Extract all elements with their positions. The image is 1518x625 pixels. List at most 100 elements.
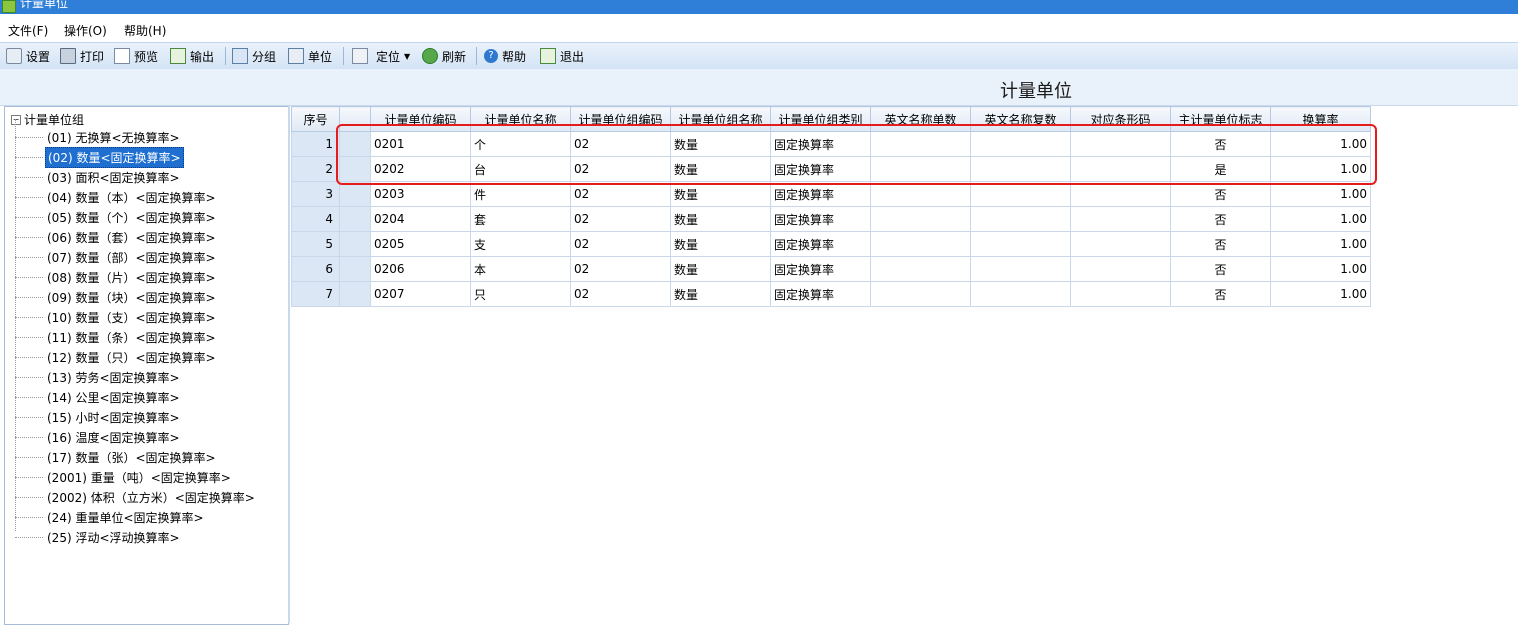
table-row[interactable]: 4 0204 套 02 数量 固定换算率 否 1.00	[291, 206, 1371, 232]
group-icon	[232, 48, 248, 64]
group-button[interactable]: 分组	[232, 47, 276, 65]
tree-item[interactable]: (2001) 重量（吨）<固定换算率>	[15, 467, 233, 487]
table-cell: 3	[291, 181, 340, 207]
tree-item[interactable]: (11) 数量（条）<固定换算率>	[15, 327, 218, 347]
table-row[interactable]: 6 0206 本 02 数量 固定换算率 否 1.00	[291, 256, 1371, 282]
table-cell: 0205	[370, 231, 471, 257]
refresh-button[interactable]: 刷新	[422, 47, 466, 65]
tree-connector	[15, 456, 43, 458]
table-cell	[339, 181, 371, 207]
table-cell: 否	[1170, 181, 1271, 207]
exit-button[interactable]: 退出	[540, 47, 584, 65]
table-cell	[1070, 181, 1171, 207]
panel-splitter[interactable]	[288, 106, 290, 623]
tree-item-label: (04) 数量（本）<固定换算率>	[47, 190, 216, 205]
group-label: 分组	[252, 49, 277, 64]
table-cell: 套	[470, 206, 571, 232]
tree-item[interactable]: (13) 劳务<固定换算率>	[15, 367, 182, 387]
tree-item-label: (2001) 重量（吨）<固定换算率>	[47, 470, 231, 485]
tree-item[interactable]: (05) 数量（个）<固定换算率>	[15, 207, 218, 227]
table-cell: 本	[470, 256, 571, 282]
table-cell: 02	[570, 281, 671, 307]
print-label: 打印	[80, 49, 105, 64]
tree-item[interactable]: (16) 温度<固定换算率>	[15, 427, 182, 447]
table-cell: 1.00	[1270, 256, 1371, 282]
table-row[interactable]: 5 0205 支 02 数量 固定换算率 否 1.00	[291, 231, 1371, 257]
tree-item[interactable]: (09) 数量（块）<固定换算率>	[15, 287, 218, 307]
print-button[interactable]: 打印	[60, 47, 104, 65]
tree-item[interactable]: (07) 数量（部）<固定换算率>	[15, 247, 218, 267]
tree-item[interactable]: (12) 数量（只）<固定换算率>	[15, 347, 218, 367]
tree-item[interactable]: (04) 数量（本）<固定换算率>	[15, 187, 218, 207]
help-label: 帮助	[502, 49, 527, 64]
table-row[interactable]: 7 0207 只 02 数量 固定换算率 否 1.00	[291, 281, 1371, 307]
tree-connector	[15, 356, 43, 358]
table-cell: 7	[291, 281, 340, 307]
tree-item[interactable]: (24) 重量单位<固定换算率>	[15, 507, 206, 527]
unit-label: 单位	[308, 49, 333, 64]
header-band: 计量单位	[0, 69, 1518, 106]
tree-item[interactable]: (15) 小时<固定换算率>	[15, 407, 182, 427]
tree-item[interactable]: (14) 公里<固定换算率>	[15, 387, 182, 407]
preview-icon	[114, 48, 130, 64]
tree-item[interactable]: (25) 浮动<浮动换算率>	[15, 527, 182, 547]
table-cell: 固定换算率	[770, 256, 871, 282]
tree-connector	[15, 436, 43, 438]
annotation-highlight-box	[336, 124, 1377, 185]
unit-button[interactable]: 单位	[288, 47, 332, 65]
tree-item[interactable]: (03) 面积<固定换算率>	[15, 167, 182, 187]
tree-root[interactable]: − 计量单位组	[11, 111, 84, 128]
table-cell: 数量	[670, 181, 771, 207]
menu-file[interactable]: 文件(F)	[8, 22, 48, 39]
table-cell	[870, 231, 971, 257]
table-cell: 数量	[670, 256, 771, 282]
settings-icon	[6, 48, 22, 64]
tree-item-label: (10) 数量（支）<固定换算率>	[47, 310, 216, 325]
tree-item[interactable]: (01) 无换算<无换算率>	[15, 127, 182, 147]
help-icon: ?	[484, 49, 498, 63]
table-cell: 1.00	[1270, 281, 1371, 307]
locate-button[interactable]: 定位 ▼	[352, 47, 410, 65]
table-cell: 否	[1170, 206, 1271, 232]
preview-button[interactable]: 预览	[114, 47, 158, 65]
settings-button[interactable]: 设置	[6, 47, 50, 65]
tree-item[interactable]: (2002) 体积（立方米）<固定换算率>	[15, 487, 257, 507]
tree-connector	[15, 396, 43, 398]
table-row[interactable]: 3 0203 件 02 数量 固定换算率 否 1.00	[291, 181, 1371, 207]
toolbar-separator	[225, 47, 226, 65]
table-cell	[339, 256, 371, 282]
table-cell	[1070, 256, 1171, 282]
menu-operate[interactable]: 操作(O)	[64, 22, 107, 39]
table-cell	[339, 281, 371, 307]
preview-label: 预览	[134, 49, 159, 64]
column-header[interactable]: 序号	[291, 106, 340, 132]
tree-item-label: (06) 数量（套）<固定换算率>	[47, 230, 216, 245]
tree-item-label: (11) 数量（条）<固定换算率>	[47, 330, 216, 345]
table-cell: 否	[1170, 281, 1271, 307]
tree-connector	[15, 136, 43, 138]
tree-item-label: (05) 数量（个）<固定换算率>	[47, 210, 216, 225]
table-cell	[970, 206, 1071, 232]
export-icon	[170, 48, 186, 64]
tree-connector	[15, 376, 43, 378]
tree-item[interactable]: (17) 数量（张）<固定换算率>	[15, 447, 218, 467]
table-cell: 2	[291, 156, 340, 182]
table-cell	[970, 181, 1071, 207]
tree-item-label: (2002) 体积（立方米）<固定换算率>	[47, 490, 255, 505]
tree-item[interactable]: (08) 数量（片）<固定换算率>	[15, 267, 218, 287]
exit-label: 退出	[560, 49, 585, 64]
tree-item[interactable]: (02) 数量<固定换算率>	[15, 146, 184, 168]
table-cell: 1.00	[1270, 231, 1371, 257]
help-button[interactable]: ? 帮助	[484, 47, 526, 65]
dropdown-arrow-icon[interactable]: ▼	[404, 52, 410, 61]
tree-connector	[15, 196, 43, 198]
export-button[interactable]: 输出	[170, 47, 214, 65]
table-cell	[870, 206, 971, 232]
table-cell: 支	[470, 231, 571, 257]
table-cell: 否	[1170, 256, 1271, 282]
tree-item[interactable]: (10) 数量（支）<固定换算率>	[15, 307, 218, 327]
scale-icon	[288, 48, 304, 64]
menu-help[interactable]: 帮助(H)	[124, 22, 166, 39]
tree-item[interactable]: (06) 数量（套）<固定换算率>	[15, 227, 218, 247]
refresh-icon	[422, 48, 438, 64]
